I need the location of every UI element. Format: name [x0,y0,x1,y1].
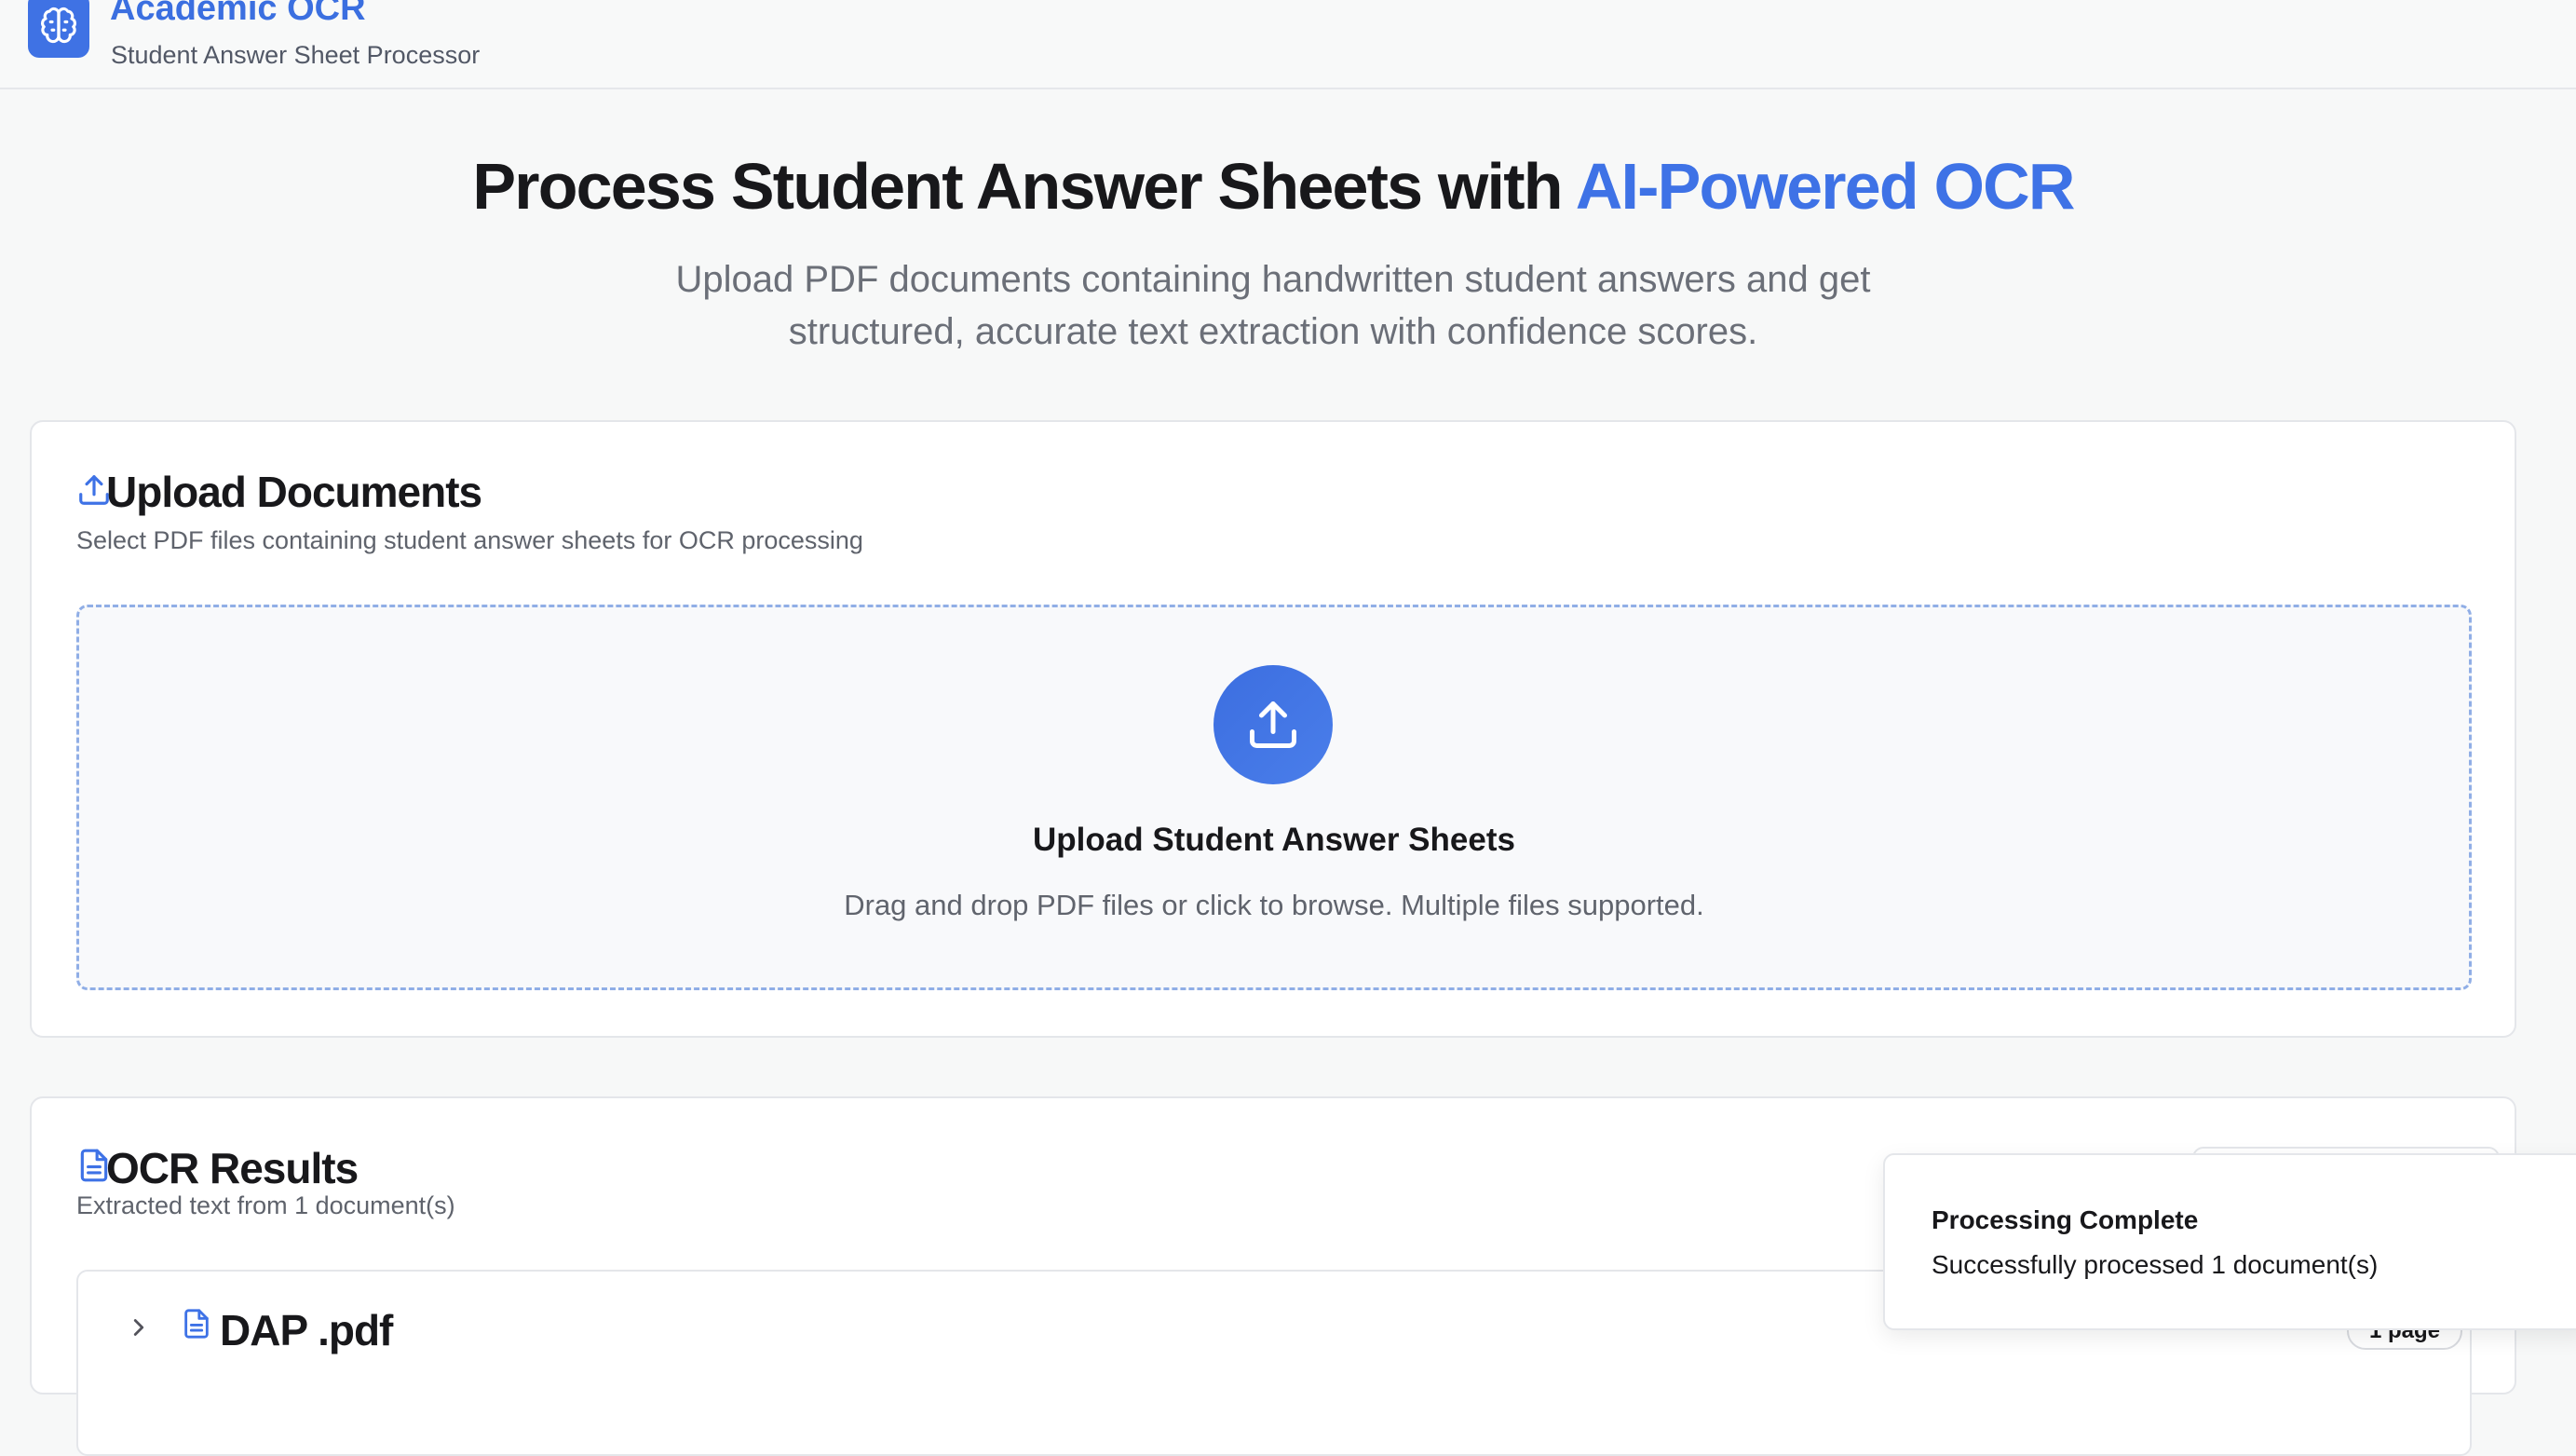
upload-heading: Upload Documents [106,468,482,516]
dropzone-title: Upload Student Answer Sheets [1033,822,1515,858]
file-text-icon [184,1309,209,1339]
app-logo[interactable] [28,0,89,58]
toast-message: Successfully processed 1 document(s) [1932,1250,2379,1279]
chevron-right-icon[interactable] [125,1309,153,1346]
app-header: Academic OCR Student Answer Sheet Proces… [0,0,2576,89]
results-description: Extracted text from 1 document(s) [76,1191,455,1219]
upload-description: Select PDF files containing student answ… [76,526,863,554]
page-subtitle: Upload PDF documents containing handwrit… [675,259,1871,352]
toast-notification[interactable]: Processing Complete Successfully process… [1883,1153,2576,1330]
page-title: Process Student Answer Sheets with AI-Po… [0,149,2546,224]
page-title-prefix: Process Student Answer Sheets with [472,150,1576,223]
result-file-name: DAP .pdf [220,1306,393,1354]
results-heading: OCR Results [106,1144,359,1192]
page-title-accent: AI-Powered OCR [1575,150,2076,223]
app-title[interactable]: Academic OCR [110,0,366,28]
toast-title: Processing Complete [1932,1205,2199,1234]
upload-card: Upload Documents Select PDF files contai… [30,420,2516,1038]
brain-icon [41,7,76,44]
app-subtitle: Student Answer Sheet Processor [111,41,481,69]
upload-button[interactable] [1213,665,1333,784]
dropzone-description: Drag and drop PDF files or click to brow… [844,889,1704,921]
upload-icon [1250,701,1296,748]
upload-dropzone[interactable]: Upload Student Answer Sheets Drag and dr… [76,605,2472,990]
